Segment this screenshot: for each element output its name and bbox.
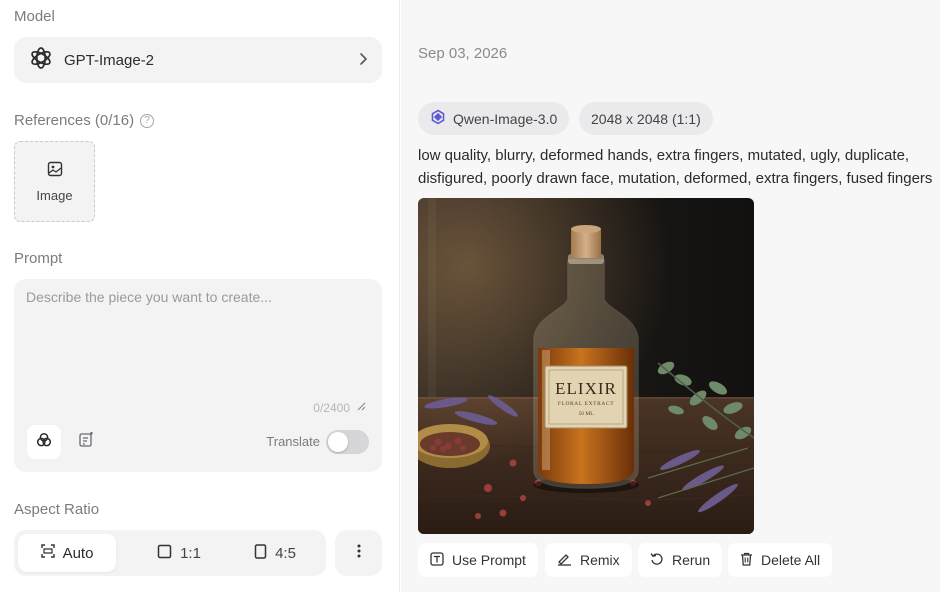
- size-tag-label: 2048 x 2048 (1:1): [591, 110, 701, 127]
- remix-button[interactable]: Remix: [545, 543, 632, 577]
- settings-panel: Model GPT-Image-2 References (0/16) ? Im…: [0, 0, 400, 592]
- openai-logo-icon: [28, 45, 54, 76]
- prompt-box: 0/2400: [14, 279, 382, 472]
- refresh-icon: [650, 552, 664, 569]
- more-options-button[interactable]: [335, 530, 382, 576]
- size-tag: 2048 x 2048 (1:1): [579, 102, 713, 135]
- model-name: GPT-Image-2: [64, 51, 155, 69]
- remix-label: Remix: [580, 552, 620, 568]
- translate-label: Translate: [266, 434, 320, 449]
- aspect-option-4-5[interactable]: 4:5: [229, 534, 321, 572]
- result-prompt-text: low quality, blurry, deformed hands, ext…: [418, 144, 940, 190]
- references-section-label: References (0/16) ?: [14, 112, 155, 129]
- model-section-label: Model: [14, 8, 55, 25]
- bottle-label-volume: 50 ML: [578, 411, 594, 417]
- prompt-char-counter: 0/2400: [313, 401, 350, 415]
- square-ratio-icon: [157, 544, 172, 563]
- brush-icon: [557, 552, 572, 569]
- portrait-ratio-icon: [254, 543, 267, 563]
- use-prompt-button[interactable]: Use Prompt: [418, 543, 538, 577]
- prompt-input[interactable]: [26, 289, 370, 399]
- aspect-option-1-1[interactable]: 1:1: [134, 534, 224, 572]
- bottle-label-title: ELIXIR: [555, 379, 617, 398]
- text-box-icon: [430, 551, 444, 569]
- aspect-option-label: 4:5: [275, 544, 296, 562]
- generated-image[interactable]: ELIXIR FLORAL EXTRACT 50 ML: [418, 198, 754, 534]
- aspect-ratio-section-label: Aspect Ratio: [14, 501, 100, 518]
- use-prompt-label: Use Prompt: [452, 552, 526, 568]
- trash-icon: [740, 552, 753, 569]
- auto-ratio-icon: [40, 544, 55, 562]
- result-date: Sep 03, 2026: [418, 45, 508, 62]
- more-vertical-icon: [357, 544, 361, 563]
- aperture-icon: [35, 431, 53, 454]
- bottle-label-subtitle: FLORAL EXTRACT: [558, 401, 614, 407]
- document-edit-icon: [78, 431, 94, 453]
- aspect-option-label: Auto: [62, 544, 94, 562]
- model-tag-label: Qwen-Image-3.0: [453, 110, 558, 127]
- prompt-line-2: disfigured, poorly drawn face, mutation,…: [418, 170, 933, 187]
- rerun-label: Rerun: [672, 552, 711, 568]
- resize-handle-icon[interactable]: [356, 401, 366, 414]
- image-icon: [47, 161, 63, 182]
- model-select[interactable]: GPT-Image-2: [14, 37, 382, 83]
- chevron-right-icon: [358, 52, 368, 69]
- reference-upload-label: Image: [36, 187, 73, 203]
- help-icon[interactable]: ?: [140, 113, 155, 128]
- results-panel: Sep 03, 2026 Qwen-Image-3.0 2048 x 2048 …: [401, 0, 940, 592]
- aspect-ratio-selector: Auto 1:1 4:5: [14, 530, 326, 576]
- rerun-button[interactable]: Rerun: [638, 543, 723, 577]
- prompt-template-button[interactable]: [69, 425, 103, 459]
- prompt-section-label: Prompt: [14, 250, 63, 267]
- prompt-line-1: low quality, blurry, deformed hands, ext…: [418, 147, 910, 164]
- delete-all-label: Delete All: [761, 552, 821, 568]
- delete-all-button[interactable]: Delete All: [728, 543, 833, 577]
- references-label-text: References (0/16): [14, 112, 135, 129]
- aspect-option-auto[interactable]: Auto: [18, 534, 116, 572]
- translate-toggle[interactable]: [326, 430, 369, 454]
- qwen-logo-icon: [430, 109, 446, 128]
- reference-image-upload[interactable]: Image: [14, 141, 95, 222]
- aspect-option-label: 1:1: [180, 544, 201, 562]
- prompt-enhance-button[interactable]: [27, 425, 61, 459]
- model-tag[interactable]: Qwen-Image-3.0: [418, 102, 570, 135]
